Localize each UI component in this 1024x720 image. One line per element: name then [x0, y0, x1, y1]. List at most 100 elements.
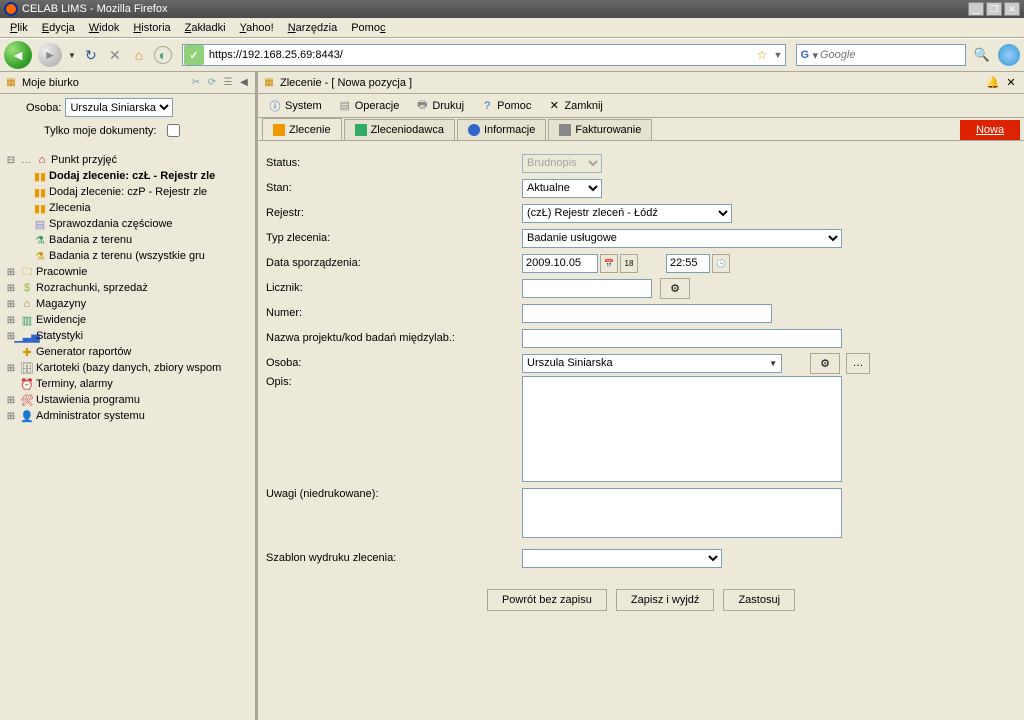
- tree-toggle[interactable]: ⊞: [4, 267, 18, 278]
- numer-input[interactable]: [522, 304, 772, 323]
- tree-item[interactable]: Sprawozdania częściowe: [49, 218, 173, 230]
- zastosuj-button[interactable]: Zastosuj: [723, 589, 795, 611]
- content-close-icon[interactable]: ✕: [1004, 76, 1018, 90]
- tb-zamknij[interactable]: ✕Zamknij: [541, 97, 609, 115]
- tree-toggle[interactable]: ⊞: [4, 299, 18, 310]
- rejestr-select[interactable]: (czŁ) Rejestr zleceń - Łódź: [522, 204, 732, 223]
- url-input[interactable]: [205, 49, 753, 61]
- tab-zlecenie[interactable]: Zlecenie: [262, 118, 342, 140]
- label-typ: Typ zlecenia:: [266, 232, 522, 244]
- tb-drukuj[interactable]: 🖶Drukuj: [409, 97, 470, 115]
- bell-icon[interactable]: 🔔: [986, 76, 1000, 90]
- maximize-button[interactable]: ❐: [986, 2, 1002, 16]
- tylko-checkbox[interactable]: [167, 124, 180, 137]
- doc-icon: ▮▮: [32, 185, 48, 199]
- tree-item[interactable]: Zlecenia: [49, 202, 91, 214]
- search-box[interactable]: G▾: [796, 44, 966, 66]
- menu-widok[interactable]: Widok: [83, 20, 126, 36]
- tree-item[interactable]: Ustawienia programu: [36, 394, 140, 406]
- typ-select[interactable]: Badanie usługowe: [522, 229, 842, 248]
- tree-item[interactable]: Ewidencje: [36, 314, 86, 326]
- tool-icon-2[interactable]: ⟳: [205, 76, 219, 90]
- cal18-icon[interactable]: 18: [620, 254, 638, 273]
- money-icon: $: [19, 281, 35, 295]
- osoba-more-button[interactable]: …: [846, 353, 870, 374]
- search-input[interactable]: [818, 48, 965, 62]
- menu-edycja[interactable]: Edycja: [36, 20, 81, 36]
- bookmark-star-icon[interactable]: ☆: [753, 48, 771, 62]
- stan-select[interactable]: Aktualne: [522, 179, 602, 198]
- back-button[interactable]: ◄: [4, 41, 32, 69]
- tree-view: ⊟…⌂Punkt przyjęć ▮▮Dodaj zlecenie: czŁ -…: [0, 148, 255, 720]
- search-button[interactable]: 🔍: [972, 45, 992, 65]
- date-input[interactable]: [522, 254, 598, 273]
- osoba-gear-button[interactable]: ⚙: [810, 353, 840, 374]
- tb-pomoc[interactable]: ?Pomoc: [474, 97, 537, 115]
- nazwa-input[interactable]: [522, 329, 842, 348]
- reload-button[interactable]: ↻: [82, 46, 100, 64]
- tree-item[interactable]: Kartoteki (bazy danych, zbiory wspom: [36, 362, 221, 374]
- osoba-select[interactable]: Urszula Siniarska: [65, 98, 173, 117]
- tool-icon-3[interactable]: ☰: [221, 76, 235, 90]
- minimize-button[interactable]: _: [968, 2, 984, 16]
- tree-item[interactable]: Pracownie: [36, 266, 87, 278]
- tree-toggle[interactable]: ⊞: [4, 283, 18, 294]
- zapisz-button[interactable]: Zapisz i wyjdź: [616, 589, 714, 611]
- szablon-select[interactable]: [522, 549, 722, 568]
- tree-item[interactable]: Terminy, alarmy: [36, 378, 113, 390]
- menu-pomoc[interactable]: Pomoc: [345, 20, 391, 36]
- powrot-button[interactable]: Powrót bez zapisu: [487, 589, 607, 611]
- tree-toggle[interactable]: ⊞: [4, 411, 18, 422]
- label-stan: Stan:: [266, 182, 522, 194]
- licznik-input[interactable]: [522, 279, 652, 298]
- clock-icon[interactable]: 🕒: [712, 254, 730, 273]
- messenger-icon[interactable]: [998, 44, 1020, 66]
- tree-item[interactable]: Magazyny: [36, 298, 86, 310]
- menu-narzedzia[interactable]: Narzędzia: [282, 20, 344, 36]
- tree-item[interactable]: Badania z terenu (wszystkie gru: [49, 250, 205, 262]
- content-toolbar: ⓘSystem ▤Operacje 🖶Drukuj ?Pomoc ✕Zamkni…: [258, 94, 1024, 118]
- url-dropdown[interactable]: ▼: [771, 50, 785, 60]
- tree-item[interactable]: Statystyki: [36, 330, 83, 342]
- nowa-button[interactable]: Nowa: [960, 120, 1020, 140]
- tree-item[interactable]: Dodaj zlecenie: czŁ - Rejestr zle: [49, 170, 215, 182]
- tool-icon-1[interactable]: ✂: [189, 76, 203, 90]
- tree-item[interactable]: Rozrachunki, sprzedaż: [36, 282, 148, 294]
- menu-zakladki[interactable]: Zakładki: [179, 20, 232, 36]
- url-bar[interactable]: ✓ ☆ ▼: [182, 44, 786, 66]
- tree-toggle[interactable]: ⊞: [4, 395, 18, 406]
- nav-toolbar: ◄ ► ▼ ↻ ✕ ⌂ ◐ ✓ ☆ ▼ G▾ 🔍: [0, 38, 1024, 72]
- menu-plik[interactable]: Plik: [4, 20, 34, 36]
- tb-operacje[interactable]: ▤Operacje: [332, 97, 406, 115]
- content-title: Zlecenie - [ Nowa pozycja ]: [280, 77, 412, 89]
- tab-informacje[interactable]: Informacje: [457, 119, 546, 140]
- close-button[interactable]: ✕: [1004, 2, 1020, 16]
- home-button[interactable]: ⌂: [130, 46, 148, 64]
- tree-item[interactable]: Generator raportów: [36, 346, 131, 358]
- stop-button: ✕: [106, 46, 124, 64]
- tab-zleceniodawca[interactable]: Zleceniodawca: [344, 119, 455, 140]
- tree-toggle[interactable]: ⊟: [4, 155, 18, 166]
- osoba-combo[interactable]: Urszula Siniarska ▼: [522, 354, 782, 373]
- opis-textarea[interactable]: [522, 376, 842, 482]
- tree-toggle[interactable]: ⊞: [4, 315, 18, 326]
- sidebar-collapse-icon[interactable]: ◀: [237, 76, 251, 90]
- tree-toggle[interactable]: ⊞: [4, 363, 18, 374]
- time-input[interactable]: [666, 254, 710, 273]
- gear-button[interactable]: ⚙: [660, 278, 690, 299]
- tree-item[interactable]: Dodaj zlecenie: czP - Rejestr zle: [49, 186, 207, 198]
- tree-item[interactable]: Badania z terenu: [49, 234, 132, 246]
- tb-system[interactable]: ⓘSystem: [262, 97, 328, 115]
- cal-icon[interactable]: 📅: [600, 254, 618, 273]
- tree-item[interactable]: Administrator systemu: [36, 410, 145, 422]
- history-dropdown[interactable]: ▼: [68, 51, 76, 60]
- doc-icon: ▮▮: [32, 201, 48, 215]
- uwagi-textarea[interactable]: [522, 488, 842, 538]
- menu-yahoo[interactable]: Yahoo!: [234, 20, 280, 36]
- tree-root[interactable]: Punkt przyjęć: [51, 154, 117, 166]
- menu-historia[interactable]: Historia: [127, 20, 176, 36]
- page-info-icon[interactable]: ◐: [154, 46, 172, 64]
- security-icon[interactable]: ✓: [184, 45, 204, 65]
- label-data: Data sporządzenia:: [266, 257, 522, 269]
- tab-fakturowanie[interactable]: Fakturowanie: [548, 119, 652, 140]
